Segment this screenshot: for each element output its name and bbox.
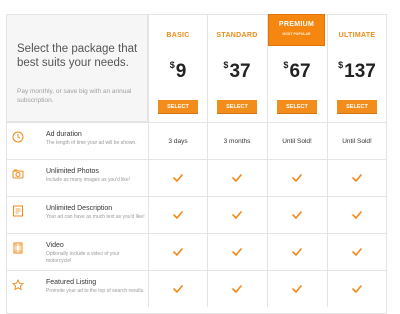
feature-description: Optionally include a video of your motor…: [46, 251, 120, 264]
feature-row: Video Optionally include a video of your …: [6, 233, 387, 270]
feature-title: Unlimited Photos: [46, 168, 99, 175]
check-icon: [267, 160, 326, 196]
most-popular-label: MOST POPULAR: [282, 32, 311, 36]
feature-value: Until Sold!: [327, 123, 386, 159]
feature-value: Until Sold!: [267, 123, 326, 159]
star-icon: [11, 278, 25, 291]
select-ultimate-button[interactable]: SELECT: [337, 100, 377, 114]
plan-standard: STANDARD $37 SELECT: [207, 14, 266, 122]
plan-price: $37: [223, 60, 251, 82]
check-icon: [267, 234, 326, 270]
check-icon: [327, 234, 386, 270]
select-premium-button[interactable]: SELECT: [277, 100, 317, 114]
premium-badge: PREMIUM MOST POPULAR: [268, 14, 325, 46]
feature-label-cell: Unlimited Photos Include as many images a…: [6, 160, 148, 196]
select-standard-button[interactable]: SELECT: [217, 100, 257, 114]
check-icon: [148, 197, 207, 233]
plan-name: ULTIMATE: [338, 32, 376, 39]
check-icon: [327, 271, 386, 307]
feature-row: Ad duration The length of time your ad wi…: [6, 122, 387, 159]
feature-label-cell: Video Optionally include a video of your …: [6, 234, 148, 270]
check-icon: [267, 197, 326, 233]
feature-label-cell: Featured Listing Promote your ad to the t…: [6, 271, 148, 307]
intro-subtitle: Pay monthly, or save big with an annual …: [17, 88, 132, 104]
plan-price: $9: [169, 60, 187, 82]
select-basic-button[interactable]: SELECT: [158, 100, 198, 114]
film-icon: [12, 241, 24, 254]
plan-name: PREMIUM: [278, 21, 315, 28]
feature-description: Your ad can have as much text as you'd l…: [46, 214, 145, 220]
feature-title: Featured Listing: [46, 279, 97, 286]
check-icon: [207, 197, 266, 233]
feature-row: Unlimited Description Your ad can have as…: [6, 196, 387, 233]
check-icon: [207, 234, 266, 270]
plan-price: $137: [338, 60, 376, 82]
feature-description: Promote your ad to the top of search res…: [46, 288, 145, 294]
plan-name: BASIC: [166, 32, 190, 39]
plan-price: $67: [283, 60, 311, 82]
camera-icon: [12, 167, 24, 179]
feature-label-cell: Ad duration The length of time your ad wi…: [6, 123, 148, 159]
plan-basic: BASIC $9 SELECT: [148, 14, 207, 122]
check-icon: [148, 234, 207, 270]
intro-title: Select the package that best suits your …: [17, 43, 138, 69]
check-icon: [207, 271, 266, 307]
check-icon: [267, 271, 326, 307]
check-icon: [148, 160, 207, 196]
check-icon: [148, 271, 207, 307]
plan-ultimate: ULTIMATE $137 SELECT: [327, 14, 386, 122]
clock-icon: [12, 130, 24, 143]
check-icon: [327, 197, 386, 233]
check-icon: [207, 160, 266, 196]
check-icon: [327, 160, 386, 196]
feature-row: Featured Listing Promote your ad to the t…: [6, 270, 387, 307]
feature-title: Video: [46, 242, 64, 249]
feature-description: The length of time your ad will be shown…: [46, 140, 137, 146]
feature-description: Include as many images as you'd like!: [46, 177, 131, 183]
feature-value: 3 days: [148, 123, 207, 159]
plan-name: STANDARD: [216, 32, 258, 39]
feature-row: Unlimited Photos Include as many images a…: [6, 159, 387, 196]
feature-title: Unlimited Description: [46, 205, 113, 212]
feature-value: 3 months: [207, 123, 266, 159]
feature-label-cell: Unlimited Description Your ad can have as…: [6, 197, 148, 233]
document-icon: [12, 204, 24, 217]
feature-title: Ad duration: [46, 131, 82, 138]
